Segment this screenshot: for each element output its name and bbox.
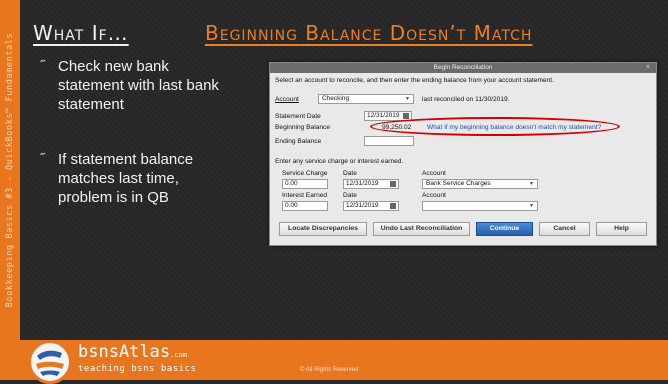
dialog-title: Begin Reconciliation bbox=[433, 64, 493, 71]
chevron-down-icon: ▼ bbox=[529, 181, 534, 187]
service-charge-prompt: Enter any service charge or interest ear… bbox=[275, 158, 404, 165]
interest-earned-label: Interest Earned bbox=[282, 192, 328, 199]
bullet-item-1: ˝ Check new bank statement with last ban… bbox=[40, 57, 220, 117]
interest-date-label: Date bbox=[343, 192, 357, 199]
bullet-text: If statement balance matches last time, … bbox=[58, 151, 194, 206]
globe-logo-icon bbox=[28, 340, 72, 384]
copyright-notice: © All Rights Reserved bbox=[300, 367, 359, 373]
chevron-down-icon: ▼ bbox=[529, 203, 534, 209]
brand-wordmark: bsnsAtlas bbox=[78, 342, 171, 362]
highlight-ellipse bbox=[370, 117, 620, 136]
interest-date-value: 12/31/2019 bbox=[346, 202, 379, 209]
bullet-mark: ˝ bbox=[40, 57, 45, 73]
calendar-icon[interactable] bbox=[390, 203, 396, 209]
ending-balance-label: Ending Balance bbox=[275, 138, 322, 145]
account-dropdown[interactable]: Checking ▼ bbox=[318, 94, 414, 104]
sidebar-series-label: Bookkeeping Basics #3 - QuickBooks™ Fund… bbox=[5, 32, 15, 308]
last-reconciled-text: last reconciled on 11/30/2019. bbox=[422, 96, 510, 103]
beginning-balance-label: Beginning Balance bbox=[275, 124, 330, 131]
interest-date-field[interactable]: 12/31/2019 bbox=[343, 201, 399, 211]
close-icon[interactable]: × bbox=[646, 63, 650, 73]
cancel-button[interactable]: Cancel bbox=[539, 222, 590, 236]
service-charge-field[interactable]: 0.00 bbox=[282, 179, 328, 189]
statement-date-label: Statement Date bbox=[275, 113, 321, 120]
ending-balance-field[interactable] bbox=[364, 136, 414, 146]
slide-title-what-if: What If… bbox=[33, 21, 129, 45]
interest-account-label: Account bbox=[422, 192, 446, 199]
instructions-text: Select an account to reconcile, and then… bbox=[275, 77, 554, 84]
brand-suffix: .com bbox=[170, 351, 187, 359]
bullet-mark: ˝ bbox=[40, 150, 45, 166]
dialog-title-bar[interactable]: Begin Reconciliation × bbox=[270, 63, 656, 73]
bullet-item-2: ˝ If statement balance matches last time… bbox=[40, 150, 220, 210]
service-account-value: Bank Service Charges bbox=[426, 180, 491, 187]
slide-title-balance-mismatch: Beginning Balance Doesn’t Match bbox=[205, 21, 533, 45]
service-date-field[interactable]: 12/31/2019 bbox=[343, 179, 399, 189]
service-charge-label: Service Charge bbox=[282, 170, 328, 177]
service-account-dropdown[interactable]: Bank Service Charges ▼ bbox=[422, 179, 538, 189]
continue-button[interactable]: Continue bbox=[476, 222, 533, 236]
calendar-icon[interactable] bbox=[403, 113, 409, 119]
service-date-label: Date bbox=[343, 170, 357, 177]
bullet-text: Check new bank statement with last bank … bbox=[58, 58, 219, 113]
begin-reconciliation-dialog: Begin Reconciliation × Select an account… bbox=[269, 62, 657, 246]
undo-last-reconciliation-button[interactable]: Undo Last Reconciliation bbox=[373, 222, 470, 236]
locate-discrepancies-button[interactable]: Locate Discrepancies bbox=[279, 222, 367, 236]
account-value: Checking bbox=[322, 95, 350, 102]
interest-earned-field[interactable]: 0.00 bbox=[282, 201, 328, 211]
brand-name: bsnsAtlas.com bbox=[78, 342, 187, 362]
interest-account-dropdown[interactable]: ▼ bbox=[422, 201, 538, 211]
help-button[interactable]: Help bbox=[596, 222, 647, 236]
chevron-down-icon: ▼ bbox=[405, 96, 410, 102]
statement-date-value: 12/31/2019 bbox=[367, 112, 400, 119]
service-date-value: 12/31/2019 bbox=[346, 180, 379, 187]
account-label: Account bbox=[275, 96, 299, 103]
sidebar-band: Bookkeeping Basics #3 - QuickBooks™ Fund… bbox=[0, 0, 20, 340]
brand-tagline: teaching bsns basics bbox=[78, 364, 197, 374]
calendar-icon[interactable] bbox=[390, 181, 396, 187]
service-account-label: Account bbox=[422, 170, 446, 177]
